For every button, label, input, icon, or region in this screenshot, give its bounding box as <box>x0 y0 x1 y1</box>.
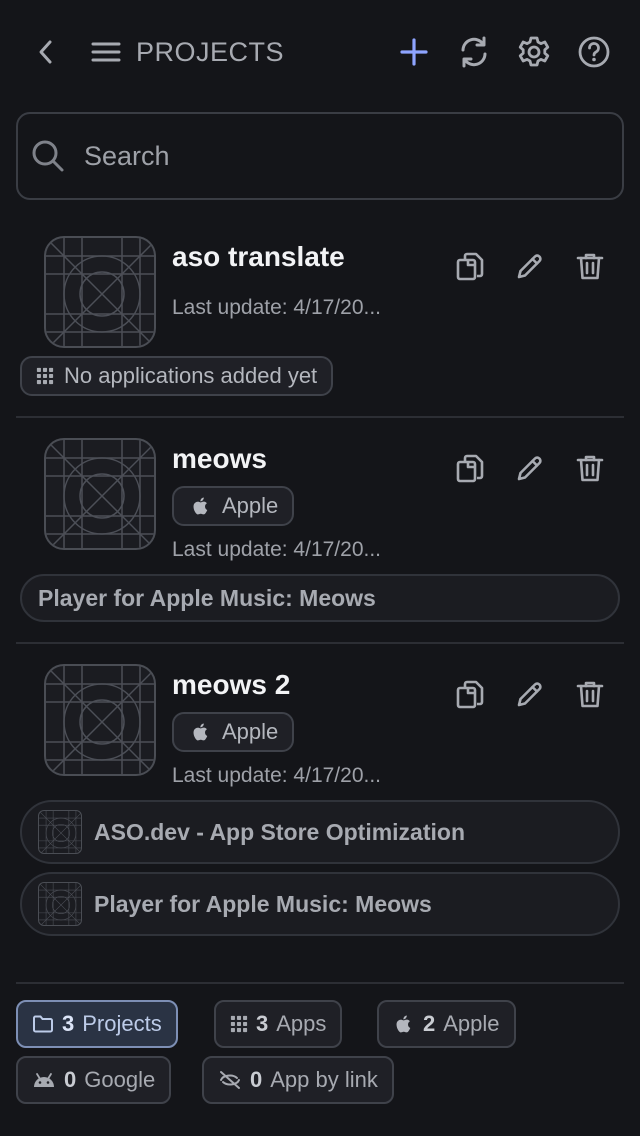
copy-icon[interactable] <box>454 250 486 282</box>
stat-count: 3 <box>62 1011 75 1036</box>
app-list-item[interactable]: Player for Apple Music: Meows <box>20 574 620 622</box>
no-apps-badge: No applications added yet <box>20 356 334 396</box>
grid-icon <box>36 367 54 385</box>
search-input[interactable] <box>84 134 604 178</box>
stat-google[interactable]: 0 Google <box>16 1056 172 1104</box>
stat-projects[interactable]: 3 Projects <box>16 1000 178 1048</box>
project-last-update: Last update: 4/17/20... <box>172 296 381 319</box>
apple-icon <box>190 495 212 517</box>
app-list-item[interactable]: ASO.dev - App Store Optimization <box>20 800 620 864</box>
sync-icon <box>461 36 487 68</box>
search-box[interactable] <box>16 112 624 200</box>
app-name: Player for Apple Music: Meows <box>94 890 432 917</box>
search-icon <box>32 140 64 172</box>
stat-apps[interactable]: 3 Apps <box>214 1000 343 1048</box>
gear-icon <box>518 36 550 67</box>
back-button[interactable] <box>30 34 62 70</box>
stat-app-by-link[interactable]: 0 App by link <box>202 1056 394 1104</box>
edit-icon[interactable] <box>514 452 546 484</box>
project-name[interactable]: aso translate <box>172 240 345 274</box>
stat-count: 2 <box>423 1011 436 1036</box>
project-name[interactable]: meows 2 <box>172 668 290 702</box>
trash-icon[interactable] <box>574 250 606 282</box>
project-thumbnail <box>44 236 156 348</box>
add-icon <box>400 38 428 66</box>
trash-icon[interactable] <box>574 678 606 710</box>
footer-divider <box>16 982 624 984</box>
sync-button[interactable] <box>454 32 494 72</box>
stat-count: 0 <box>250 1067 263 1092</box>
grid-icon <box>230 1015 248 1033</box>
platform-label: Apple <box>222 719 279 744</box>
apple-icon <box>190 721 212 743</box>
edit-icon[interactable] <box>514 250 546 282</box>
stat-apple[interactable]: 2 Apple <box>377 1000 516 1048</box>
copy-icon[interactable] <box>454 678 486 710</box>
help-button[interactable] <box>574 32 614 72</box>
page-title: PROJECTS <box>136 37 285 67</box>
help-icon <box>578 36 610 68</box>
stat-label: Projects <box>82 1011 162 1036</box>
project-name[interactable]: meows <box>172 442 267 476</box>
copy-icon[interactable] <box>454 452 486 484</box>
stat-label: Google <box>84 1067 156 1092</box>
project-thumbnail <box>44 438 156 550</box>
app-icon <box>38 810 82 854</box>
app-list-item[interactable]: Player for Apple Music: Meows <box>20 872 620 936</box>
app-header: PROJECTS <box>0 0 640 104</box>
platform-badge: Apple <box>172 486 295 526</box>
link-off-icon <box>220 1071 240 1089</box>
divider <box>16 642 624 644</box>
platform-badge: Apple <box>172 712 295 752</box>
divider <box>16 416 624 418</box>
project-last-update: Last update: 4/17/20... <box>172 764 381 787</box>
stat-count: 0 <box>64 1067 77 1092</box>
project-last-update: Last update: 4/17/20... <box>172 538 381 561</box>
stat-label: Apple <box>443 1011 500 1036</box>
stat-label: Apps <box>276 1011 327 1036</box>
stat-count: 3 <box>256 1011 269 1036</box>
project-thumbnail <box>44 664 156 776</box>
menu-icon <box>91 42 121 62</box>
app-icon <box>38 882 82 926</box>
menu-button[interactable] <box>88 34 124 70</box>
platform-label: Apple <box>222 493 279 518</box>
stat-label: App by link <box>270 1067 378 1092</box>
apple-icon <box>393 1013 415 1035</box>
app-name: ASO.dev - App Store Optimization <box>94 818 465 845</box>
edit-icon[interactable] <box>514 678 546 710</box>
add-project-button[interactable] <box>394 32 434 72</box>
folder-icon <box>33 1015 53 1033</box>
app-name: Player for Apple Music: Meows <box>38 584 376 611</box>
back-icon <box>39 40 52 64</box>
android-icon <box>34 1073 54 1087</box>
settings-button[interactable] <box>514 32 554 72</box>
trash-icon[interactable] <box>574 452 606 484</box>
no-apps-label: No applications added yet <box>64 363 318 388</box>
